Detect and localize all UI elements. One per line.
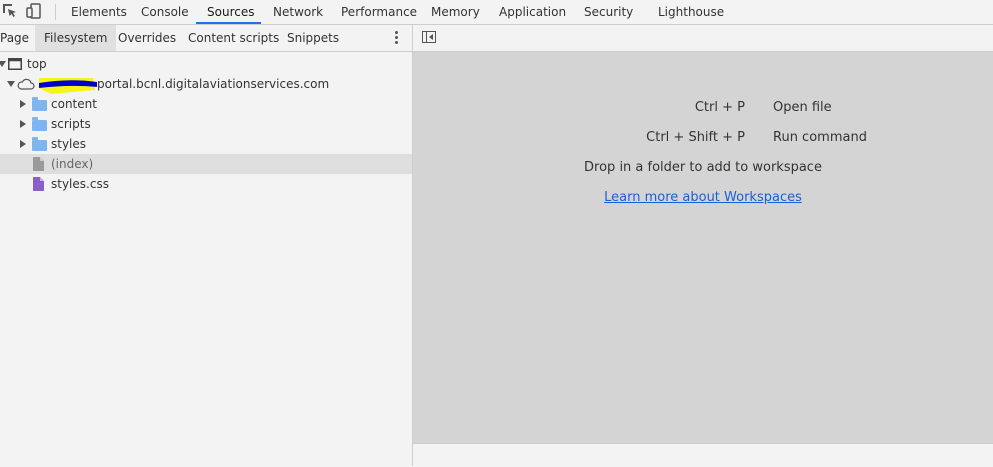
tab-elements[interactable]: Elements [71,0,127,24]
toolbar-divider [55,4,56,20]
tree-label-file: styles.css [51,177,109,191]
tree-label-folder: styles [51,137,87,151]
tree-item-folder-scripts[interactable]: scripts [0,114,412,134]
tree-item-file-index[interactable]: (index) [0,154,412,174]
nav-tab-content-scripts[interactable]: Content scripts [188,25,279,51]
editor-status-bar [413,443,993,467]
tab-application[interactable]: Application [499,0,566,24]
tree-label-top: top [27,57,47,71]
tab-sources[interactable]: Sources [207,0,254,24]
folder-icon [32,117,47,131]
tree-label-file: (index) [51,157,94,171]
tab-network[interactable]: Network [273,0,323,24]
expand-arrow-icon[interactable] [0,61,6,67]
tab-performance[interactable]: Performance [341,0,417,24]
collapse-arrow-icon[interactable] [20,120,26,128]
editor-placeholder: Ctrl + P Open file Ctrl + Shift + P Run … [413,52,993,443]
nav-tab-snippets[interactable]: Snippets [287,25,339,51]
redaction-mark [39,78,97,94]
navigator-tabs: Page Filesystem Overrides Content script… [0,25,412,52]
tree-label-origin: portal.bcnl.digitalaviationservices.com [97,77,330,91]
tree-label-folder: scripts [51,117,91,131]
tab-security[interactable]: Security [584,0,633,24]
shortcut-description: Run command [773,130,867,145]
device-toolbar-icon[interactable] [26,3,42,19]
inspect-element-icon[interactable] [2,3,18,19]
tab-memory[interactable]: Memory [431,0,480,24]
folder-icon [32,97,47,111]
tab-console[interactable]: Console [141,0,189,24]
devtools-toolbar: Elements Console Sources Network Perform… [0,0,993,25]
toggle-navigator-icon[interactable] [422,31,436,43]
tree-item-folder-content[interactable]: content [0,94,412,114]
more-options-icon[interactable] [390,30,402,46]
tab-lighthouse[interactable]: Lighthouse [658,0,724,24]
shortcut-key: Ctrl + P [694,100,745,115]
cloud-icon [17,78,35,90]
tree-label-folder: content [51,97,97,111]
collapse-arrow-icon[interactable] [20,100,26,108]
tree-item-folder-styles[interactable]: styles [0,134,412,154]
expand-arrow-icon[interactable] [7,81,15,87]
css-file-icon [33,177,44,191]
file-tree: top portal.bcnl.digitalaviationservices.… [0,52,412,466]
tree-item-top[interactable]: top [0,54,412,74]
shortcut-description: Open file [773,100,832,115]
tree-item-file-styles-css[interactable]: styles.css [0,174,412,194]
frame-icon [8,58,22,70]
nav-tab-page[interactable]: Page [0,25,32,51]
nav-tab-filesystem[interactable]: Filesystem [35,25,117,51]
editor-toolbar [413,25,993,52]
shortcut-key: Ctrl + Shift + P [646,130,745,145]
folder-icon [32,137,47,151]
nav-tab-overrides[interactable]: Overrides [118,25,176,51]
document-file-icon [33,157,44,171]
collapse-arrow-icon[interactable] [20,140,26,148]
drop-folder-hint: Drop in a folder to add to workspace [584,160,822,175]
tree-item-origin[interactable]: portal.bcnl.digitalaviationservices.com [0,74,412,94]
learn-more-workspaces-link[interactable]: Learn more about Workspaces [604,190,802,205]
active-tab-indicator [196,22,261,24]
